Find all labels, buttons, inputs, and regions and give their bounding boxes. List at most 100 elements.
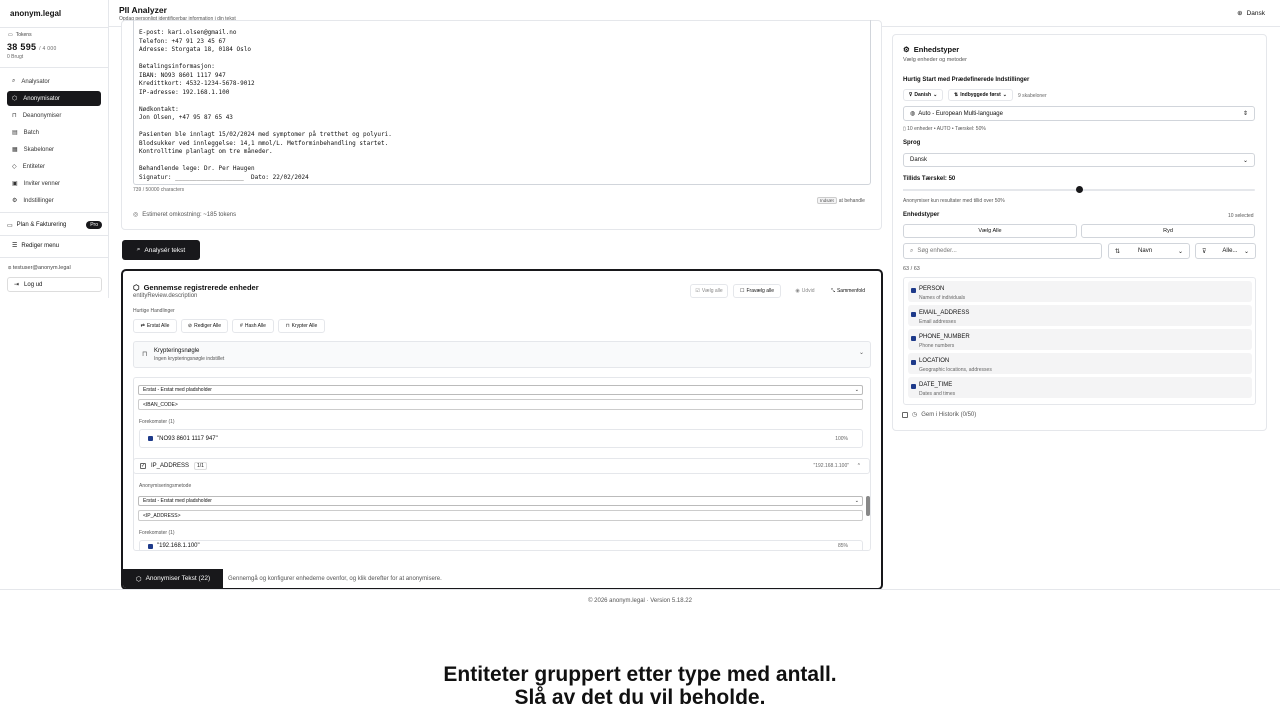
deselect-all-button[interactable]: ☐ Fravælg alle: [733, 284, 781, 298]
language-filter-chip[interactable]: ⊽ Danish ⌄: [903, 89, 943, 101]
sort-chip[interactable]: ⇅ Indbyggede først ⌄: [948, 89, 1013, 101]
group-checkbox[interactable]: ✓: [140, 463, 146, 469]
plan-billing-link[interactable]: ▭ Plan & Fakturering Pro: [7, 220, 102, 230]
check-square-icon: ☑: [695, 288, 700, 294]
entity-checkbox[interactable]: [911, 336, 916, 341]
history-label: Gem i Historik (0/50): [921, 411, 977, 418]
preset-select[interactable]: ◍ Auto - European Multi-language ⇕: [903, 106, 1255, 121]
select-all-label: Vælg alle: [701, 288, 723, 294]
nav-batch[interactable]: ▤ Batch: [7, 125, 101, 140]
chevron-up-icon[interactable]: ⌃: [857, 463, 861, 469]
save-history-toggle[interactable]: ◷ Gem i Historik (0/50): [902, 411, 976, 418]
occurrence-checkbox[interactable]: [148, 543, 153, 549]
logout-button[interactable]: ⇥ Log ud: [7, 277, 102, 292]
collapse-button[interactable]: ⤡ Sammenfold: [825, 284, 871, 298]
clock-icon: ◷: [912, 412, 918, 418]
logout-label: Log ud: [24, 281, 43, 288]
history-checkbox[interactable]: [902, 411, 908, 418]
sort-icon: ⇅: [1115, 248, 1121, 255]
encryption-key-status: Ingen krypteringsnøgle indstillet: [154, 356, 225, 362]
method-label: Anonymiseringsmetode: [139, 483, 192, 489]
slider-thumb[interactable]: [1075, 186, 1083, 193]
group-count: 1/1: [194, 462, 207, 470]
language-label: Dansk: [1246, 9, 1265, 17]
entity-checkbox[interactable]: [911, 360, 916, 365]
redact-all-button[interactable]: ⊘ Rediger Alle: [181, 319, 228, 333]
entity-checkbox[interactable]: [911, 312, 916, 317]
entity-desc: Dates and times: [919, 391, 956, 397]
select-all-button[interactable]: ☑ Vælg alle: [690, 284, 728, 298]
nav-skabeloner[interactable]: ▦ Skabeloner: [7, 142, 101, 157]
brand-logo[interactable]: anonym.legal: [10, 9, 61, 18]
chevron-down-icon: ⌄: [854, 498, 859, 504]
clear-button[interactable]: Ryd: [1081, 224, 1255, 238]
expand-label: Udvid: [801, 288, 815, 294]
occurrences-label: Forekomster (1): [139, 419, 175, 425]
entity-desc: Geographic locations, addresses: [919, 367, 992, 373]
chevron-down-icon[interactable]: ⌄: [859, 349, 864, 356]
entity-name: LOCATION: [919, 358, 950, 364]
nav-deanonymiser[interactable]: ⊓ Deanonymiser: [7, 108, 101, 123]
threshold-label: Tillids Tærskel: 50: [903, 176, 956, 182]
entity-checkbox[interactable]: [911, 384, 916, 389]
tag-icon: ◇: [12, 164, 17, 170]
occurrence-checkbox[interactable]: [148, 436, 153, 441]
select-all-entities-button[interactable]: Vælg Alle: [903, 224, 1077, 238]
threshold-slider[interactable]: [903, 186, 1255, 193]
lock-icon: ⊓: [285, 323, 290, 329]
entity-group-ip-address[interactable]: ✓ IP_ADDRESS 1/1 "192.168.1.100" ⌃: [133, 458, 870, 474]
iban-method-select[interactable]: Erstat - Erstat med pladsholder ⌄: [138, 385, 863, 395]
nav-entiteter[interactable]: ◇ Entiteter: [7, 159, 101, 174]
entity-item-email[interactable]: EMAIL_ADDRESS Email addresses: [908, 305, 1252, 326]
hash-icon: #: [240, 323, 243, 329]
entity-checkbox[interactable]: [911, 288, 916, 293]
caption-line-2: Slå av det du vil beholde.: [514, 686, 766, 709]
entity-item-person[interactable]: PERSON Names of individuals: [908, 281, 1252, 302]
occurrence-value: "NO93 8601 1117 947": [157, 435, 218, 442]
footer: © 2026 anonym.legal · Version 5.18.22: [588, 598, 692, 604]
nav-indstillinger[interactable]: ⚙ Indstillinger: [7, 193, 101, 208]
panel-title: ⚙ Enhedstyper: [903, 45, 959, 54]
search-icon: ⌕: [910, 247, 914, 254]
expand-button[interactable]: ◉ Udvid: [788, 284, 822, 298]
sidebar: anonym.legal ▭ Tokens 38 595 / 4 000 0 Br…: [0, 0, 109, 298]
scrollbar-thumb[interactable]: [866, 496, 870, 516]
encrypt-all-button[interactable]: ⊓ Krypter Alle: [278, 319, 325, 333]
divider: [0, 257, 109, 258]
collapse-label: Sammenfold: [836, 288, 866, 294]
language-switcher[interactable]: ⊕ Dansk: [1237, 9, 1265, 18]
entity-search-input[interactable]: ⌕ Søg enheder...: [903, 243, 1102, 259]
hash-all-button[interactable]: # Hash Alle: [232, 319, 274, 333]
analyse-button[interactable]: ⌕ Analysér tekst: [122, 240, 200, 260]
language-select[interactable]: Dansk ⌄: [903, 153, 1255, 167]
language-value: Dansk: [910, 157, 928, 163]
encryption-key-panel[interactable]: [133, 341, 871, 368]
gear-icon: ⚙: [12, 198, 18, 204]
nav-inviter-venner[interactable]: ▣ Inviter venner: [7, 176, 101, 191]
shield-icon: ⬡: [133, 283, 140, 292]
entity-name: PERSON: [919, 286, 945, 292]
ip-method-select[interactable]: Erstat - Erstat med pladsholder ⌄: [138, 496, 863, 506]
entity-item-location[interactable]: LOCATION Geographic locations, addresses: [908, 353, 1252, 374]
nav-label: Analysator: [21, 78, 50, 85]
edit-menu-button[interactable]: ☰ Rediger menu: [12, 242, 59, 250]
nav-anonymisator[interactable]: ⬡ Anonymisator: [7, 91, 101, 106]
iban-placeholder-input[interactable]: <IBAN_CODE>: [138, 399, 863, 410]
anonymise-button[interactable]: ⬡ Anonymiser Tekst (22): [123, 569, 223, 588]
preset-meta-text: 10 enheder • AUTO • Tærskel: 50%: [907, 126, 986, 132]
sort-select[interactable]: ⇅ Navn ⌄: [1108, 243, 1190, 259]
entity-item-datetime[interactable]: DATE_TIME Dates and times: [908, 377, 1252, 398]
occurrence-row[interactable]: "NO93 8601 1117 947" 100%: [139, 429, 863, 448]
ip-placeholder-input[interactable]: <IP_ADDRESS>: [138, 510, 863, 521]
slider-fill: [903, 189, 1079, 191]
chevron-down-icon: ⌄: [1002, 92, 1007, 98]
square-icon: ☐: [740, 288, 745, 294]
nav-analysator[interactable]: ⌕ Analysator: [7, 74, 101, 89]
text-input[interactable]: E-post: kari.olsen@gmail.no Telefon: +47…: [133, 20, 871, 185]
replace-all-button[interactable]: ⇄ Erstat Alle: [133, 319, 177, 333]
template-count: 9 skabeloner: [1018, 93, 1047, 99]
filter-select[interactable]: ⊽ Alle... ⌄: [1195, 243, 1256, 259]
occurrence-row[interactable]: "192.168.1.100" 85%: [139, 540, 863, 551]
sort-value: Navn: [1138, 248, 1153, 254]
entity-item-phone[interactable]: PHONE_NUMBER Phone numbers: [908, 329, 1252, 350]
